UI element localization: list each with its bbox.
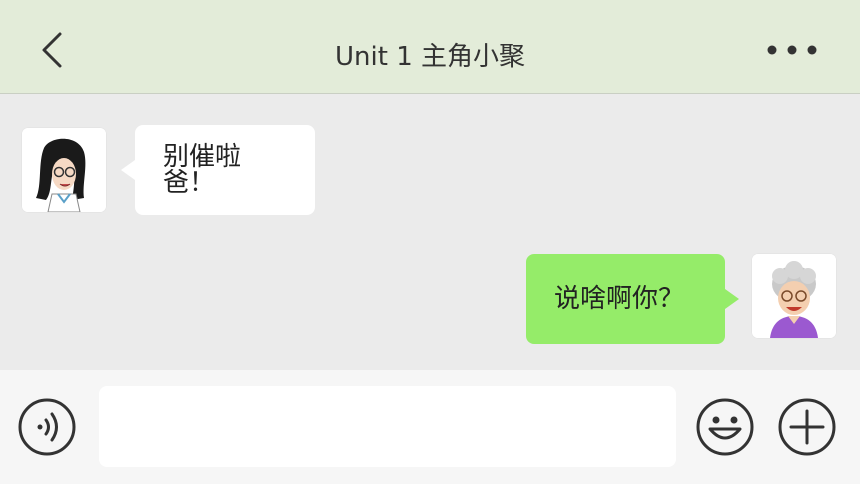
more-options-icon[interactable] — [762, 38, 822, 62]
girl-with-glasses-avatar[interactable] — [22, 128, 106, 212]
message-input[interactable] — [99, 386, 676, 467]
incoming-message-bubble[interactable]: 别催啦爸！ — [135, 125, 315, 215]
grandma-avatar[interactable] — [752, 254, 836, 338]
outgoing-bubble-tail — [725, 289, 739, 309]
add-more-icon[interactable] — [777, 397, 837, 457]
chat-title: Unit 1 主角小聚 — [335, 42, 525, 72]
chat-header: Unit 1 主角小聚 — [0, 0, 860, 94]
voice-icon[interactable] — [17, 397, 77, 457]
emoji-icon[interactable] — [695, 397, 755, 457]
input-bar — [0, 370, 860, 484]
incoming-bubble-tail — [121, 160, 135, 180]
message-list: 别催啦爸！ 说啥啊你？ — [0, 95, 860, 369]
outgoing-message-bubble[interactable]: 说啥啊你？ — [526, 254, 725, 344]
